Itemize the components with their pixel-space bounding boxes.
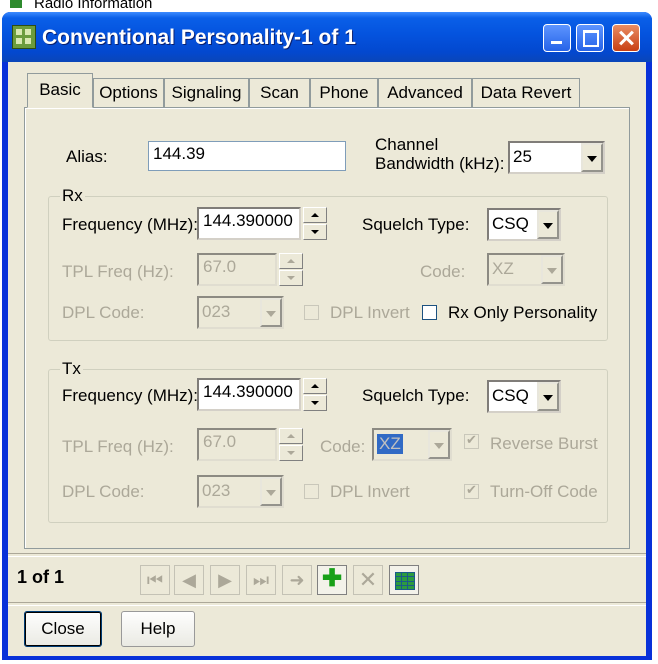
tx-dpl-invert-label: DPL Invert	[330, 482, 410, 501]
window-bottom-border	[2, 656, 652, 660]
chevron-down-icon	[428, 430, 450, 459]
first-record-icon[interactable]: ⏮	[140, 565, 170, 595]
turn-off-code-label: Turn-Off Code	[490, 482, 598, 501]
rx-frequency-spinner[interactable]	[303, 207, 327, 240]
rx-code-select: XZ	[487, 253, 565, 286]
maximize-button[interactable]	[576, 24, 604, 52]
tx-dpl-label: DPL Code:	[62, 482, 145, 501]
tab-data-revert[interactable]: Data Revert	[472, 78, 580, 107]
bandwidth-value: 25	[513, 147, 532, 166]
tx-code-value: XZ	[377, 434, 403, 454]
chevron-down-icon	[260, 298, 282, 327]
goto-arrow-icon[interactable]: ➜	[282, 565, 312, 595]
rx-dpl-invert-label: DPL Invert	[330, 303, 410, 322]
help-button[interactable]: Help	[121, 611, 195, 647]
tx-code-label: Code:	[320, 437, 366, 456]
previous-record-icon[interactable]: ◀	[174, 565, 204, 595]
tx-code-select: XZ	[372, 428, 452, 461]
window-title: Conventional Personality-1 of 1	[42, 26, 356, 49]
desktop-edge	[652, 0, 658, 664]
spin-up-icon	[279, 253, 303, 269]
alias-label: Alias:	[66, 147, 108, 166]
alias-input[interactable]: 144.39	[148, 141, 346, 171]
bandwidth-label-line2: Bandwidth (kHz):	[375, 154, 505, 173]
tx-dpl-invert-checkbox	[304, 484, 319, 499]
chevron-down-icon[interactable]	[537, 210, 559, 239]
rx-dpl-label: DPL Code:	[62, 303, 145, 322]
tx-dpl-select: 023	[197, 475, 284, 508]
rx-frequency-label: Frequency (MHz):	[62, 215, 199, 234]
rx-group-title: Rx	[60, 186, 85, 206]
bandwidth-label: Channel Bandwidth (kHz):	[375, 135, 504, 173]
app-icon	[12, 25, 36, 49]
close-button[interactable]: Close	[24, 611, 102, 647]
tx-frequency-input[interactable]: 144.390000	[197, 378, 301, 411]
tx-dpl-value: 023	[202, 481, 231, 500]
turn-off-code-checkbox	[464, 482, 479, 499]
rx-dpl-select: 023	[197, 296, 284, 329]
tx-tpl-spinner	[279, 428, 303, 461]
bandwidth-select[interactable]: 25	[508, 141, 605, 174]
tx-tpl-input: 67.0	[197, 428, 277, 461]
rx-only-personality-label[interactable]: Rx Only Personality	[448, 303, 597, 323]
tx-squelch-select[interactable]: CSQ	[487, 380, 561, 413]
rx-dpl-invert-checkbox	[304, 305, 319, 320]
spin-down-icon	[279, 270, 303, 286]
tx-squelch-value: CSQ	[492, 386, 529, 405]
spin-down-icon	[279, 445, 303, 461]
tx-frequency-label: Frequency (MHz):	[62, 386, 199, 405]
chevron-down-icon[interactable]	[581, 143, 603, 172]
background-window-title: Radio Information	[34, 0, 153, 12]
rx-code-label: Code:	[420, 262, 466, 281]
minimize-button[interactable]	[543, 24, 571, 52]
spin-up-icon	[279, 428, 303, 444]
close-window-button[interactable]	[612, 24, 640, 52]
tab-basic[interactable]: Basic	[27, 73, 93, 108]
tab-signaling[interactable]: Signaling	[164, 78, 249, 107]
rx-tpl-spinner	[279, 253, 303, 286]
rx-tpl-input: 67.0	[197, 253, 277, 286]
divider	[8, 553, 646, 557]
record-counter: 1 of 1	[17, 567, 65, 587]
reverse-burst-label: Reverse Burst	[490, 434, 598, 453]
tx-frequency-spinner[interactable]	[303, 378, 327, 411]
tab-phone[interactable]: Phone	[310, 78, 378, 107]
tx-squelch-label: Squelch Type:	[362, 386, 470, 405]
rx-only-personality-checkbox[interactable]	[422, 305, 437, 320]
divider	[8, 602, 646, 606]
rx-frequency-input[interactable]: 144.390000	[197, 207, 301, 240]
tab-advanced[interactable]: Advanced	[378, 78, 472, 107]
tx-group-title: Tx	[60, 359, 83, 379]
tab-options[interactable]: Options	[93, 78, 164, 107]
bandwidth-label-line1: Channel	[375, 135, 439, 154]
spin-up-icon[interactable]	[303, 378, 327, 394]
background-app-icon	[10, 0, 22, 8]
tab-scan[interactable]: Scan	[249, 78, 310, 107]
rx-code-value: XZ	[492, 259, 514, 278]
delete-record-icon[interactable]: ✕	[353, 565, 383, 595]
rx-squelch-value: CSQ	[492, 214, 529, 233]
rx-squelch-label: Squelch Type:	[362, 215, 470, 234]
last-record-icon[interactable]: ⏭	[246, 565, 276, 595]
spin-up-icon[interactable]	[303, 207, 327, 223]
add-record-icon[interactable]: ✚	[317, 565, 347, 595]
reverse-burst-checkbox	[464, 432, 479, 449]
tx-tpl-label: TPL Freq (Hz):	[62, 437, 174, 456]
spin-down-icon[interactable]	[303, 224, 327, 240]
spin-down-icon[interactable]	[303, 395, 327, 411]
rx-squelch-select[interactable]: CSQ	[487, 208, 561, 241]
chevron-down-icon	[541, 255, 563, 284]
rx-tpl-label: TPL Freq (Hz):	[62, 262, 174, 281]
chevron-down-icon	[260, 477, 282, 506]
rx-dpl-value: 023	[202, 302, 231, 321]
chevron-down-icon[interactable]	[537, 382, 559, 411]
grid-view-icon[interactable]	[389, 565, 419, 595]
next-record-icon[interactable]: ▶	[210, 565, 240, 595]
